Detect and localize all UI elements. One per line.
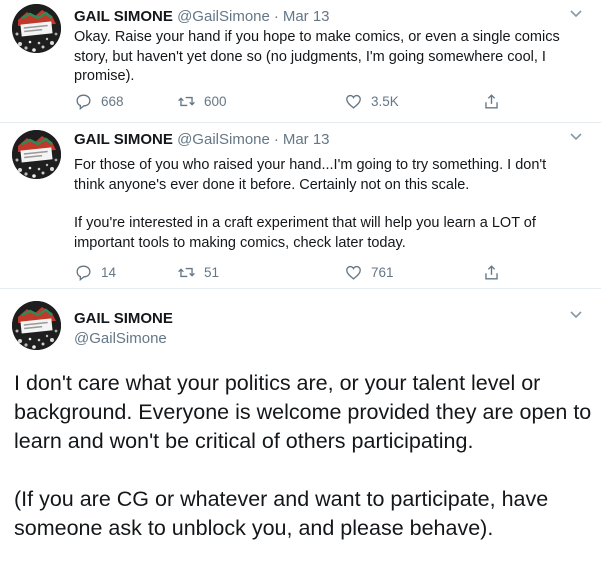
tweet-date[interactable]: Mar 13 (283, 131, 330, 148)
tweet-actions: 668 600 3.5K (74, 92, 514, 116)
tweet-header: GAIL SIMONE @GailSimone · Mar 13 (74, 7, 330, 27)
avatar[interactable] (12, 130, 61, 179)
tweet-date[interactable]: Mar 13 (283, 8, 330, 25)
author-handle[interactable]: @GailSimone (177, 8, 270, 25)
reply-icon (76, 265, 91, 282)
share-button[interactable] (482, 263, 509, 282)
reply-icon (76, 94, 91, 111)
chevron-down-icon[interactable] (569, 6, 583, 25)
retweet-button[interactable]: 600 (177, 92, 227, 111)
chevron-down-icon[interactable] (569, 307, 583, 326)
retweet-icon (178, 96, 195, 107)
like-icon (346, 265, 361, 280)
tweet-actions: 14 51 761 (74, 263, 514, 287)
avatar[interactable] (12, 301, 61, 350)
tweet-paragraph: For those of you who raised your hand...… (74, 157, 547, 193)
reply-button[interactable]: 668 (74, 92, 124, 111)
tweet-text: Okay. Raise your hand if you hope to mak… (74, 29, 560, 84)
reply-count: 14 (101, 265, 117, 280)
tweet-paragraph: If you're interested in a craft experime… (74, 215, 536, 251)
tweet-paragraph: (If you are CG or whatever and want to p… (14, 487, 549, 540)
separator-dot: · (273, 131, 279, 148)
reply-button[interactable]: 14 (74, 263, 116, 282)
like-button[interactable]: 3.5K (344, 92, 399, 111)
tweet-paragraph: I don't care what your politics are, or … (14, 371, 592, 453)
author-handle[interactable]: @GailSimone (74, 329, 173, 349)
reply-count: 668 (101, 94, 124, 109)
tweet-header: GAIL SIMONE @GailSimone · Mar 13 (74, 130, 330, 150)
focused-tweet[interactable]: GAIL SIMONE @GailSimone I don't care wha… (0, 289, 601, 579)
separator-dot: · (273, 8, 279, 25)
tweet-text: I don't care what your politics are, or … (14, 369, 594, 572)
share-button[interactable] (482, 92, 509, 111)
share-icon (485, 265, 498, 280)
retweet-icon (178, 267, 195, 278)
like-button[interactable]: 761 (344, 263, 394, 282)
avatar[interactable] (12, 4, 61, 53)
tweet-header: GAIL SIMONE @GailSimone (74, 309, 173, 349)
chevron-down-icon[interactable] (569, 129, 583, 148)
author-name[interactable]: GAIL SIMONE (74, 310, 173, 327)
tweet-text: For those of you who raised your hand...… (74, 156, 574, 253)
tweet[interactable]: GAIL SIMONE @GailSimone · Mar 13 For those… (0, 123, 601, 289)
author-handle[interactable]: @GailSimone (177, 131, 270, 148)
retweet-count: 51 (204, 265, 220, 280)
like-count: 761 (371, 265, 394, 280)
retweet-button[interactable]: 51 (177, 263, 219, 282)
author-name[interactable]: GAIL SIMONE (74, 131, 173, 148)
like-icon (346, 94, 361, 109)
author-name[interactable]: GAIL SIMONE (74, 8, 173, 25)
retweet-count: 600 (204, 94, 227, 109)
share-icon (485, 94, 498, 109)
tweet[interactable]: GAIL SIMONE @GailSimone · Mar 13 Okay. Rai… (0, 0, 601, 123)
like-count: 3.5K (371, 94, 399, 109)
